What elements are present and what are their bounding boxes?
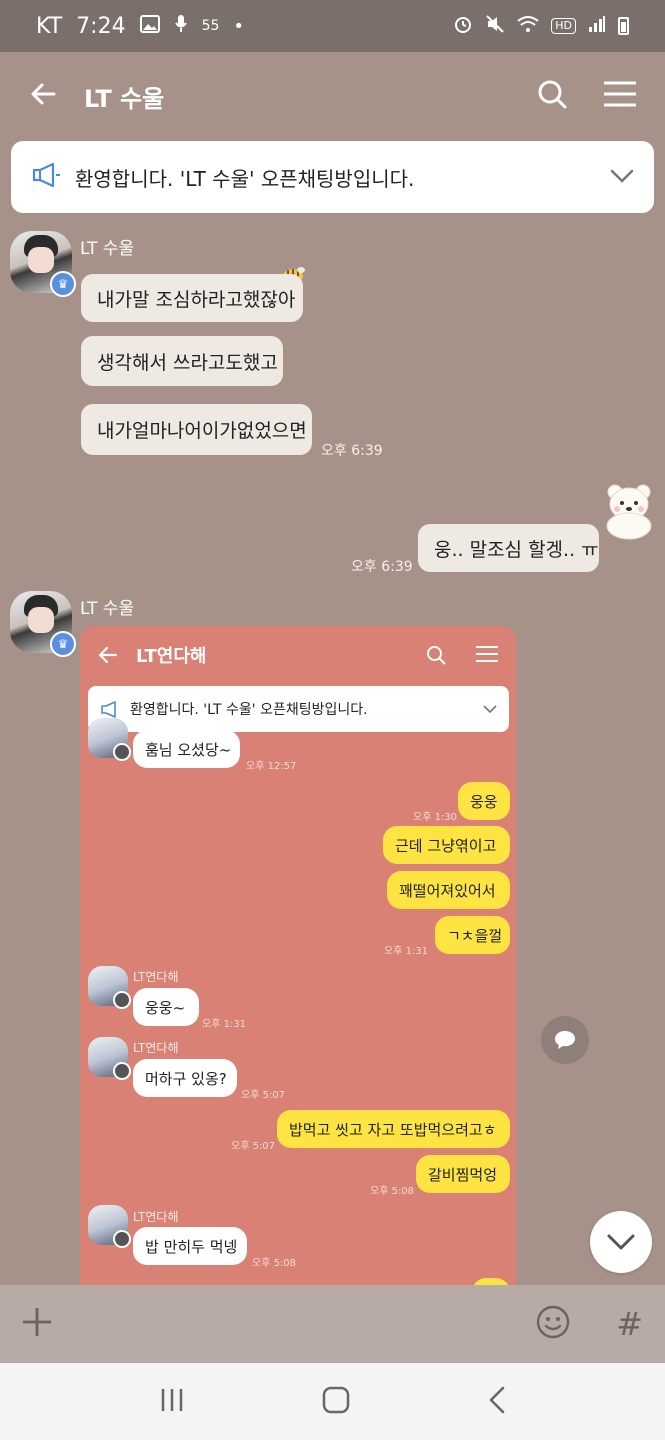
- message-time: 오후 6:39: [351, 559, 413, 575]
- input-bar: #: [0, 1285, 665, 1363]
- shot-avatar: [88, 1205, 131, 1248]
- image-icon: [139, 14, 160, 38]
- shot-time: 오후 5:07: [241, 1090, 286, 1101]
- shot-sender: LT연다해: [133, 1210, 179, 1224]
- back-icon[interactable]: [487, 1386, 507, 1418]
- avatar-face: [28, 607, 54, 633]
- avatar-face: [28, 247, 54, 273]
- shot-my-bubble: 웅웅: [458, 782, 510, 820]
- chat-bubble-icon: [555, 1031, 575, 1049]
- message-bubble[interactable]: 생각해서 쓰라고도했고: [81, 336, 283, 386]
- shot-header: LT연다해: [80, 626, 516, 684]
- shot-my-bubble: 갈비찜먹엉: [416, 1155, 510, 1193]
- shot-bubble: 훔님 오셨당~: [133, 730, 240, 768]
- clock: 7:24: [76, 13, 126, 39]
- shot-menu-icon: [476, 646, 498, 662]
- status-left: KT 7:24 55 •: [36, 14, 244, 39]
- shot-avatar: [88, 966, 131, 1009]
- avatar[interactable]: ♛: [10, 591, 76, 657]
- shared-screenshot-image[interactable]: LT연다해 환영합니다. 'LT 수울' 오픈채팅방입니다. 훔님 오셨당~ 오…: [80, 626, 516, 1326]
- shot-time: 오후 12:57: [246, 761, 297, 772]
- shot-time: 오후 5:08: [370, 1186, 415, 1197]
- my-message-bubble[interactable]: 웅.. 말조심 할겡.. ㅠ: [418, 524, 599, 572]
- system-nav-bar: [0, 1363, 665, 1440]
- mic-icon: [174, 14, 188, 39]
- signal-icon: [588, 15, 606, 38]
- shot-bubble: 웅웅~: [133, 988, 199, 1026]
- shot-notice-text: 환영합니다. 'LT 수울' 오픈채팅방입니다.: [130, 702, 368, 718]
- shot-my-bubble: 꽤떨어져있어서: [387, 871, 510, 909]
- shot-chevron-down-icon: [483, 704, 497, 713]
- crown-icon: ♛: [50, 631, 76, 657]
- shot-notice: 환영합니다. 'LT 수울' 오픈채팅방입니다.: [88, 686, 509, 732]
- notice-text: 환영합니다. 'LT 수울' 오픈채팅방입니다.: [75, 166, 415, 191]
- status-bar: KT 7:24 55 • HD: [0, 0, 665, 52]
- alarm-icon: [453, 14, 473, 39]
- shot-bubble: 머하구 있옹?: [133, 1059, 237, 1097]
- input-actions: #: [536, 1305, 643, 1343]
- battery-icon: [618, 17, 629, 35]
- chat-header: LT 수울: [0, 52, 665, 140]
- chevron-down-icon: [607, 1234, 635, 1250]
- sender-name: LT 수울: [80, 599, 135, 619]
- recent-apps-icon[interactable]: [159, 1387, 185, 1417]
- message-bubble[interactable]: 내가얼마나어이가없었으면: [81, 404, 312, 455]
- chevron-down-icon[interactable]: [610, 168, 634, 187]
- shot-time: 오후 1:31: [384, 946, 429, 957]
- shot-time: 오후 1:30: [413, 812, 458, 823]
- shot-my-bubble: 근데 그냥엮이고: [383, 826, 510, 864]
- shot-back-arrow-icon: [98, 646, 118, 664]
- notice-banner[interactable]: 환영합니다. 'LT 수울' 오픈채팅방입니다.: [11, 141, 654, 213]
- wifi-icon: [517, 15, 539, 38]
- megaphone-icon: [31, 162, 61, 192]
- chat-title: LT 수울: [84, 84, 165, 113]
- hashtag-icon[interactable]: #: [616, 1305, 643, 1343]
- emoji-icon[interactable]: [536, 1305, 570, 1343]
- scroll-down-button[interactable]: [590, 1211, 652, 1273]
- message-bubble[interactable]: 내가말 조심하라고했잖아: [81, 274, 303, 322]
- shot-time: 오후 1:31: [202, 1019, 247, 1030]
- dot-icon: •: [233, 15, 245, 37]
- shot-my-bubble: 밥먹고 씻고 자고 또밥먹으려고ㅎ: [277, 1110, 510, 1148]
- shot-sender: LT연다해: [133, 1041, 179, 1055]
- shot-search-icon: [427, 646, 446, 665]
- shot-header-actions: [426, 645, 498, 665]
- shot-time: 오후 5:07: [231, 1141, 276, 1152]
- status-right: HD: [453, 14, 629, 39]
- menu-icon[interactable]: [603, 80, 637, 112]
- plus-icon[interactable]: [22, 1307, 52, 1341]
- carrier-label: KT: [36, 13, 63, 39]
- shot-my-bubble: ㄱㅊ을껄: [435, 916, 510, 954]
- shot-megaphone-icon: [101, 700, 116, 718]
- bear-sticker-icon: [606, 484, 652, 540]
- shot-avatar: [88, 1037, 131, 1080]
- message-time: 오후 6:39: [321, 443, 383, 459]
- home-icon[interactable]: [322, 1386, 350, 1418]
- shot-bubble: 밥 만히두 먹넹: [133, 1227, 247, 1265]
- floating-chat-button[interactable]: [541, 1016, 589, 1064]
- hd-icon: HD: [551, 18, 576, 34]
- shot-sender: LT연다해: [133, 970, 179, 984]
- shot-title: LT연다해: [136, 646, 207, 667]
- data-usage-label: 55: [201, 18, 220, 34]
- shot-time: 오후 5:08: [252, 1258, 297, 1269]
- header-actions: [537, 79, 637, 113]
- back-arrow-icon[interactable]: [28, 79, 58, 113]
- mute-icon: [485, 14, 505, 39]
- shot-avatar: [88, 718, 131, 761]
- sender-name: LT 수울: [80, 239, 135, 259]
- search-icon[interactable]: [537, 79, 567, 113]
- avatar[interactable]: ♛: [10, 231, 76, 297]
- crown-icon: ♛: [50, 271, 76, 297]
